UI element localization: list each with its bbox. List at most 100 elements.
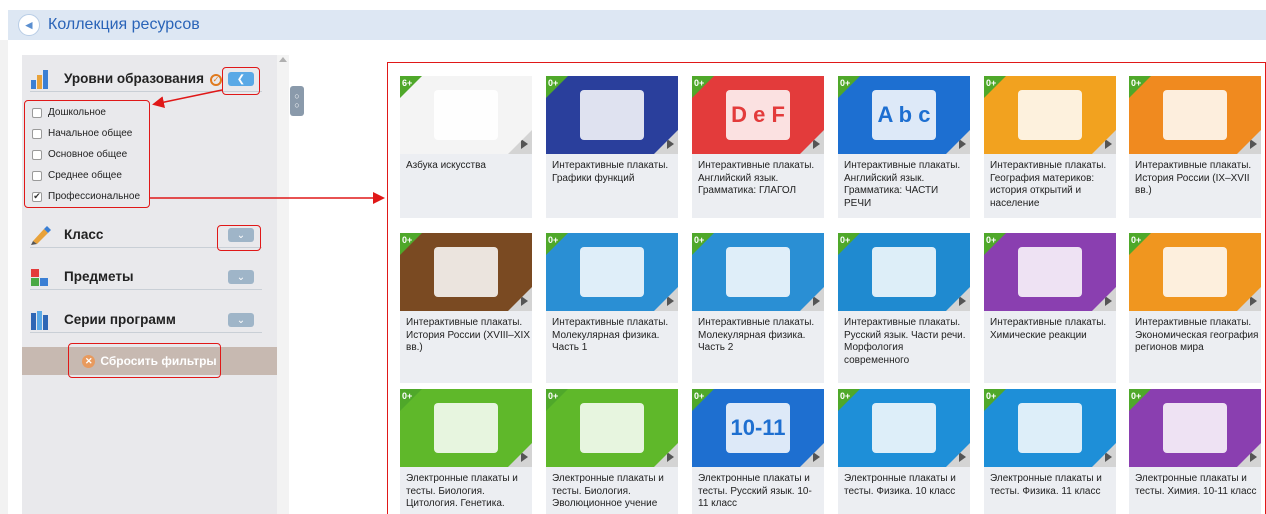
resource-card[interactable]: 0+ Интерактивные плакаты. География матер… — [984, 76, 1116, 218]
resource-thumbnail[interactable]: 0+ — [1129, 233, 1261, 311]
resource-card[interactable]: 0+ Электронные плакаты и тесты. Биология.… — [400, 389, 532, 514]
play-icon[interactable] — [946, 130, 970, 154]
resource-title[interactable]: Интерактивные плакаты. История России (X… — [406, 317, 530, 355]
play-icon[interactable] — [508, 287, 532, 311]
resource-title[interactable]: Электронные плакаты и тесты. Биология. Ц… — [406, 473, 530, 511]
age-rating-badge: 0+ — [838, 389, 860, 411]
play-icon[interactable] — [1092, 443, 1116, 467]
resource-thumbnail[interactable]: 0+ — [400, 389, 532, 467]
resource-thumbnail[interactable]: 10-11 0+ — [692, 389, 824, 467]
play-icon[interactable] — [654, 287, 678, 311]
thumbnail-illustration — [1163, 247, 1227, 297]
resource-card[interactable]: 10-11 0+ Электронные плакаты и тесты. Русс… — [692, 389, 824, 514]
thumbnail-illustration — [434, 403, 498, 453]
resource-thumbnail[interactable]: 6+ — [400, 76, 532, 154]
age-rating-badge: 0+ — [692, 233, 714, 255]
resource-title[interactable]: Интерактивные плакаты. Русский язык. Час… — [844, 317, 968, 367]
thumbnail-illustration — [1018, 247, 1082, 297]
age-rating-badge: 0+ — [400, 233, 422, 255]
play-icon[interactable] — [1237, 130, 1261, 154]
resource-title[interactable]: Интерактивные плакаты. География материк… — [990, 160, 1114, 210]
resource-title[interactable]: Интерактивные плакаты. Химические реакци… — [990, 317, 1114, 342]
thumbnail-illustration — [872, 403, 936, 453]
age-rating-badge: 0+ — [546, 76, 568, 98]
age-rating-badge: 0+ — [546, 233, 568, 255]
play-icon[interactable] — [1237, 287, 1261, 311]
age-rating-badge: 0+ — [1129, 76, 1151, 98]
resource-title[interactable]: Интерактивные плакаты. Экономическая гео… — [1135, 317, 1259, 355]
resource-card[interactable]: 0+ Интерактивные плакаты. Химические реак… — [984, 233, 1116, 383]
resource-title[interactable]: Электронные плакаты и тесты. Русский язы… — [698, 473, 822, 511]
resource-thumbnail[interactable]: 0+ — [400, 233, 532, 311]
resource-card[interactable]: 0+ Электронные плакаты и тесты. Химия. 10… — [1129, 389, 1261, 514]
age-rating-badge: 0+ — [546, 389, 568, 411]
play-icon[interactable] — [508, 130, 532, 154]
age-rating-badge: 0+ — [692, 389, 714, 411]
resource-title[interactable]: Интерактивные плакаты. Молекулярная физи… — [698, 317, 822, 355]
resource-title[interactable]: Электронные плакаты и тесты. Физика. 11 … — [990, 473, 1114, 498]
age-rating-badge: 0+ — [984, 389, 1006, 411]
thumbnail-illustration — [726, 247, 790, 297]
resource-thumbnail[interactable]: 0+ — [838, 389, 970, 467]
resource-thumbnail[interactable]: 0+ — [1129, 389, 1261, 467]
resource-thumbnail[interactable]: 0+ — [546, 76, 678, 154]
play-icon[interactable] — [654, 443, 678, 467]
resource-card[interactable]: 6+ Азбука искусства — [400, 76, 532, 218]
resource-thumbnail[interactable]: 0+ — [984, 389, 1116, 467]
resource-title[interactable]: Электронные плакаты и тесты. Химия. 10-1… — [1135, 473, 1259, 498]
play-icon[interactable] — [800, 443, 824, 467]
resource-thumbnail[interactable]: 0+ — [1129, 76, 1261, 154]
thumbnail-illustration — [1163, 403, 1227, 453]
resource-thumbnail[interactable]: 0+ — [692, 233, 824, 311]
play-icon[interactable] — [1237, 443, 1261, 467]
age-rating-badge: 0+ — [1129, 389, 1151, 411]
page: ◂ Коллекция ресурсов ○ ○ Уровни образова… — [0, 0, 1266, 514]
age-rating-badge: 0+ — [984, 76, 1006, 98]
resource-title[interactable]: Интерактивные плакаты. История России (I… — [1135, 160, 1259, 198]
resource-card[interactable]: A b c 0+ Интерактивные плакаты. Английский… — [838, 76, 970, 218]
resource-title[interactable]: Азбука искусства — [406, 160, 530, 173]
resource-card[interactable]: 0+ Электронные плакаты и тесты. Биология.… — [546, 389, 678, 514]
resource-thumbnail[interactable]: D e F 0+ — [692, 76, 824, 154]
age-rating-badge: 0+ — [400, 389, 422, 411]
resource-thumbnail[interactable]: A b c 0+ — [838, 76, 970, 154]
resource-thumbnail[interactable]: 0+ — [984, 233, 1116, 311]
thumbnail-illustration — [580, 403, 644, 453]
play-icon[interactable] — [946, 443, 970, 467]
play-icon[interactable] — [1092, 130, 1116, 154]
thumbnail-illustration — [1018, 90, 1082, 140]
play-icon[interactable] — [800, 287, 824, 311]
thumbnail-illustration: D e F — [726, 90, 790, 140]
resource-thumbnail[interactable]: 0+ — [546, 389, 678, 467]
resource-card[interactable]: 0+ Интерактивные плакаты. Молекулярная фи… — [692, 233, 824, 383]
thumbnail-illustration — [1018, 403, 1082, 453]
resource-card[interactable]: 0+ Электронные плакаты и тесты. Физика. 1… — [838, 389, 970, 514]
resource-card[interactable]: D e F 0+ Интерактивные плакаты. Английский… — [692, 76, 824, 218]
resource-thumbnail[interactable]: 0+ — [984, 76, 1116, 154]
resource-title[interactable]: Интерактивные плакаты. Английский язык. … — [698, 160, 822, 198]
resource-card[interactable]: 0+ Интерактивные плакаты. История России … — [1129, 76, 1261, 218]
resource-card[interactable]: 0+ Интерактивные плакаты. История России … — [400, 233, 532, 383]
resource-card[interactable]: 0+ Интерактивные плакаты. Молекулярная фи… — [546, 233, 678, 383]
age-rating-badge: 0+ — [1129, 233, 1151, 255]
resource-title[interactable]: Интерактивные плакаты. Молекулярная физи… — [552, 317, 676, 355]
play-icon[interactable] — [1092, 287, 1116, 311]
resource-card[interactable]: 0+ Интерактивные плакаты. Графики функций — [546, 76, 678, 218]
play-icon[interactable] — [508, 443, 532, 467]
resource-card[interactable]: 0+ Интерактивные плакаты. Русский язык. Ч… — [838, 233, 970, 383]
resource-title[interactable]: Интерактивные плакаты. Графики функций — [552, 160, 676, 185]
resource-title[interactable]: Электронные плакаты и тесты. Биология. Э… — [552, 473, 676, 511]
age-rating-badge: 6+ — [400, 76, 422, 98]
resource-card[interactable]: 0+ Интерактивные плакаты. Экономическая г… — [1129, 233, 1261, 383]
resource-card[interactable]: 0+ Электронные плакаты и тесты. Физика. 1… — [984, 389, 1116, 514]
age-rating-badge: 0+ — [984, 233, 1006, 255]
play-icon[interactable] — [654, 130, 678, 154]
play-icon[interactable] — [946, 287, 970, 311]
resource-thumbnail[interactable]: 0+ — [838, 233, 970, 311]
resource-title[interactable]: Электронные плакаты и тесты. Физика. 10 … — [844, 473, 968, 498]
play-icon[interactable] — [800, 130, 824, 154]
thumbnail-illustration: 10-11 — [726, 403, 790, 453]
resource-title[interactable]: Интерактивные плакаты. Английский язык. … — [844, 160, 968, 210]
age-rating-badge: 0+ — [838, 233, 860, 255]
resource-thumbnail[interactable]: 0+ — [546, 233, 678, 311]
